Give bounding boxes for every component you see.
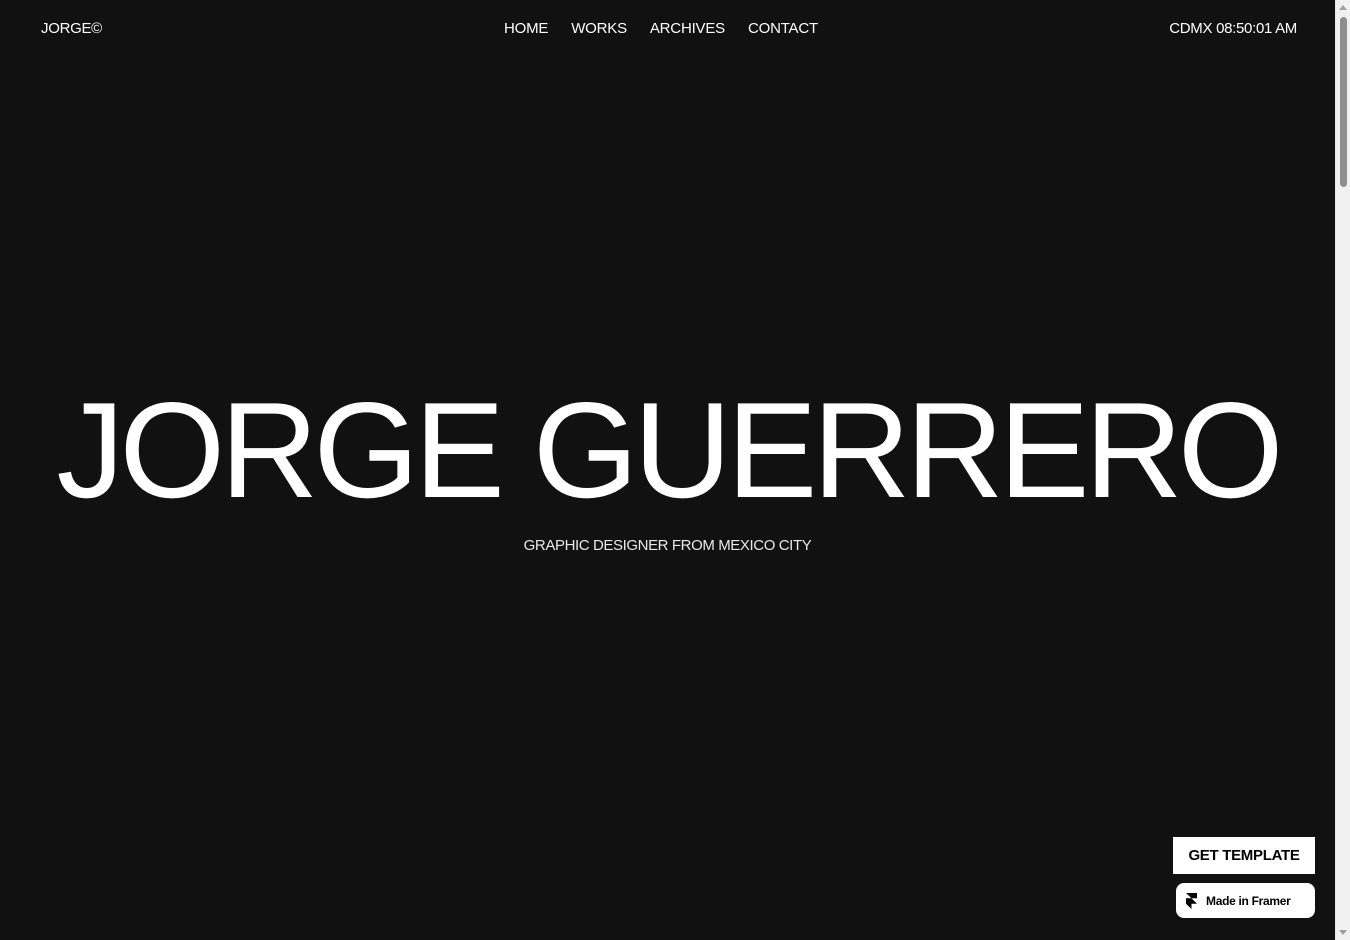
nav-works[interactable]: WORKS: [571, 20, 627, 37]
nav-home[interactable]: HOME: [504, 20, 548, 37]
made-in-framer-badge[interactable]: Made in Framer: [1176, 883, 1315, 918]
site-logo[interactable]: JORGE©: [41, 20, 102, 37]
local-clock: CDMX 08:50:01 AM: [1169, 20, 1297, 37]
scroll-down-icon[interactable]: [1339, 930, 1347, 935]
scrollbar-thumb[interactable]: [1340, 17, 1347, 187]
made-in-framer-label: Made in Framer: [1206, 893, 1291, 908]
nav-archives[interactable]: ARCHIVES: [650, 20, 725, 37]
hero-title: JORGE GUERRERO: [56, 374, 1283, 526]
hero-subtitle: GRAPHIC DESIGNER FROM MEXICO CITY: [523, 537, 812, 554]
nav-contact[interactable]: CONTACT: [748, 20, 818, 37]
scroll-up-icon[interactable]: [1339, 5, 1347, 10]
get-template-button[interactable]: GET TEMPLATE: [1173, 837, 1315, 874]
main-nav: HOME WORKS ARCHIVES CONTACT: [504, 20, 818, 37]
page: JORGE© HOME WORKS ARCHIVES CONTACT CDMX …: [0, 0, 1335, 940]
framer-logo-icon: [1186, 892, 1197, 909]
page-scrollbar[interactable]: [1335, 0, 1350, 940]
